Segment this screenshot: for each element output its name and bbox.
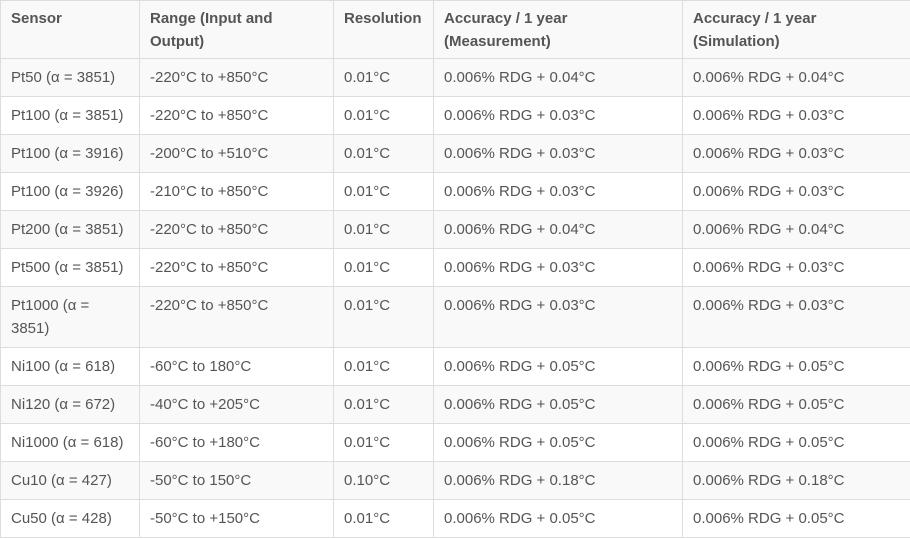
cell-range: -60°C to 180°C bbox=[140, 348, 334, 386]
cell-accuracy-simulation: 0.006% RDG + 0.03°C bbox=[683, 135, 910, 173]
cell-range: -220°C to +850°C bbox=[140, 97, 334, 135]
header-row: Sensor Range (Input and Output) Resoluti… bbox=[1, 1, 910, 59]
cell-range: -210°C to +850°C bbox=[140, 173, 334, 211]
table-header: Sensor Range (Input and Output) Resoluti… bbox=[1, 1, 910, 59]
cell-resolution: 0.01°C bbox=[334, 348, 434, 386]
cell-accuracy-measurement: 0.006% RDG + 0.04°C bbox=[434, 211, 683, 249]
cell-resolution: 0.10°C bbox=[334, 462, 434, 500]
cell-range: -40°C to +205°C bbox=[140, 386, 334, 424]
cell-sensor: Pt50 (α = 3851) bbox=[1, 59, 140, 97]
header-accuracy-measurement: Accuracy / 1 year (Measurement) bbox=[434, 1, 683, 59]
cell-accuracy-simulation: 0.006% RDG + 0.03°C bbox=[683, 173, 910, 211]
cell-range: -220°C to +850°C bbox=[140, 211, 334, 249]
cell-sensor: Ni100 (α = 618) bbox=[1, 348, 140, 386]
table-row: Cu50 (α = 428)-50°C to +150°C0.01°C0.006… bbox=[1, 500, 910, 538]
table-body: Pt50 (α = 3851)-220°C to +850°C0.01°C0.0… bbox=[1, 59, 910, 538]
cell-accuracy-measurement: 0.006% RDG + 0.05°C bbox=[434, 386, 683, 424]
header-range: Range (Input and Output) bbox=[140, 1, 334, 59]
table-row: Pt500 (α = 3851)-220°C to +850°C0.01°C0.… bbox=[1, 249, 910, 287]
cell-sensor: Pt100 (α = 3926) bbox=[1, 173, 140, 211]
cell-sensor: Pt1000 (α = 3851) bbox=[1, 287, 140, 348]
cell-resolution: 0.01°C bbox=[334, 211, 434, 249]
cell-resolution: 0.01°C bbox=[334, 59, 434, 97]
cell-sensor: Ni1000 (α = 618) bbox=[1, 424, 140, 462]
cell-sensor: Pt100 (α = 3851) bbox=[1, 97, 140, 135]
cell-range: -220°C to +850°C bbox=[140, 249, 334, 287]
cell-accuracy-measurement: 0.006% RDG + 0.03°C bbox=[434, 97, 683, 135]
cell-sensor: Pt100 (α = 3916) bbox=[1, 135, 140, 173]
table-row: Pt100 (α = 3926)-210°C to +850°C0.01°C0.… bbox=[1, 173, 910, 211]
table-row: Pt1000 (α = 3851)-220°C to +850°C0.01°C0… bbox=[1, 287, 910, 348]
cell-accuracy-measurement: 0.006% RDG + 0.05°C bbox=[434, 348, 683, 386]
cell-accuracy-measurement: 0.006% RDG + 0.03°C bbox=[434, 287, 683, 348]
cell-range: -220°C to +850°C bbox=[140, 59, 334, 97]
cell-accuracy-simulation: 0.006% RDG + 0.03°C bbox=[683, 249, 910, 287]
table-row: Pt200 (α = 3851)-220°C to +850°C0.01°C0.… bbox=[1, 211, 910, 249]
cell-range: -50°C to +150°C bbox=[140, 500, 334, 538]
table-row: Ni1000 (α = 618)-60°C to +180°C0.01°C0.0… bbox=[1, 424, 910, 462]
cell-sensor: Cu10 (α = 427) bbox=[1, 462, 140, 500]
cell-resolution: 0.01°C bbox=[334, 173, 434, 211]
cell-resolution: 0.01°C bbox=[334, 97, 434, 135]
cell-resolution: 0.01°C bbox=[334, 287, 434, 348]
cell-range: -60°C to +180°C bbox=[140, 424, 334, 462]
cell-accuracy-simulation: 0.006% RDG + 0.05°C bbox=[683, 348, 910, 386]
cell-resolution: 0.01°C bbox=[334, 135, 434, 173]
cell-accuracy-measurement: 0.006% RDG + 0.03°C bbox=[434, 249, 683, 287]
cell-accuracy-measurement: 0.006% RDG + 0.18°C bbox=[434, 462, 683, 500]
cell-accuracy-simulation: 0.006% RDG + 0.05°C bbox=[683, 424, 910, 462]
table-row: Pt50 (α = 3851)-220°C to +850°C0.01°C0.0… bbox=[1, 59, 910, 97]
cell-accuracy-simulation: 0.006% RDG + 0.03°C bbox=[683, 287, 910, 348]
cell-range: -200°C to +510°C bbox=[140, 135, 334, 173]
cell-resolution: 0.01°C bbox=[334, 424, 434, 462]
cell-resolution: 0.01°C bbox=[334, 500, 434, 538]
header-resolution: Resolution bbox=[334, 1, 434, 59]
cell-accuracy-simulation: 0.006% RDG + 0.04°C bbox=[683, 59, 910, 97]
cell-accuracy-measurement: 0.006% RDG + 0.04°C bbox=[434, 59, 683, 97]
table-row: Pt100 (α = 3916)-200°C to +510°C0.01°C0.… bbox=[1, 135, 910, 173]
cell-accuracy-simulation: 0.006% RDG + 0.18°C bbox=[683, 462, 910, 500]
cell-sensor: Pt200 (α = 3851) bbox=[1, 211, 140, 249]
cell-accuracy-simulation: 0.006% RDG + 0.04°C bbox=[683, 211, 910, 249]
table-row: Cu10 (α = 427)-50°C to 150°C0.10°C0.006%… bbox=[1, 462, 910, 500]
table-row: Ni120 (α = 672)-40°C to +205°C0.01°C0.00… bbox=[1, 386, 910, 424]
table-row: Ni100 (α = 618)-60°C to 180°C0.01°C0.006… bbox=[1, 348, 910, 386]
cell-sensor: Ni120 (α = 672) bbox=[1, 386, 140, 424]
cell-range: -220°C to +850°C bbox=[140, 287, 334, 348]
cell-accuracy-simulation: 0.006% RDG + 0.03°C bbox=[683, 97, 910, 135]
cell-resolution: 0.01°C bbox=[334, 386, 434, 424]
cell-accuracy-simulation: 0.006% RDG + 0.05°C bbox=[683, 386, 910, 424]
cell-accuracy-measurement: 0.006% RDG + 0.03°C bbox=[434, 173, 683, 211]
table-row: Pt100 (α = 3851)-220°C to +850°C0.01°C0.… bbox=[1, 97, 910, 135]
header-sensor: Sensor bbox=[1, 1, 140, 59]
cell-sensor: Cu50 (α = 428) bbox=[1, 500, 140, 538]
cell-accuracy-measurement: 0.006% RDG + 0.05°C bbox=[434, 500, 683, 538]
cell-accuracy-measurement: 0.006% RDG + 0.03°C bbox=[434, 135, 683, 173]
cell-accuracy-measurement: 0.006% RDG + 0.05°C bbox=[434, 424, 683, 462]
sensor-specs-table: Sensor Range (Input and Output) Resoluti… bbox=[0, 0, 910, 538]
cell-resolution: 0.01°C bbox=[334, 249, 434, 287]
header-accuracy-simulation: Accuracy / 1 year (Simulation) bbox=[683, 1, 910, 59]
cell-accuracy-simulation: 0.006% RDG + 0.05°C bbox=[683, 500, 910, 538]
cell-range: -50°C to 150°C bbox=[140, 462, 334, 500]
cell-sensor: Pt500 (α = 3851) bbox=[1, 249, 140, 287]
